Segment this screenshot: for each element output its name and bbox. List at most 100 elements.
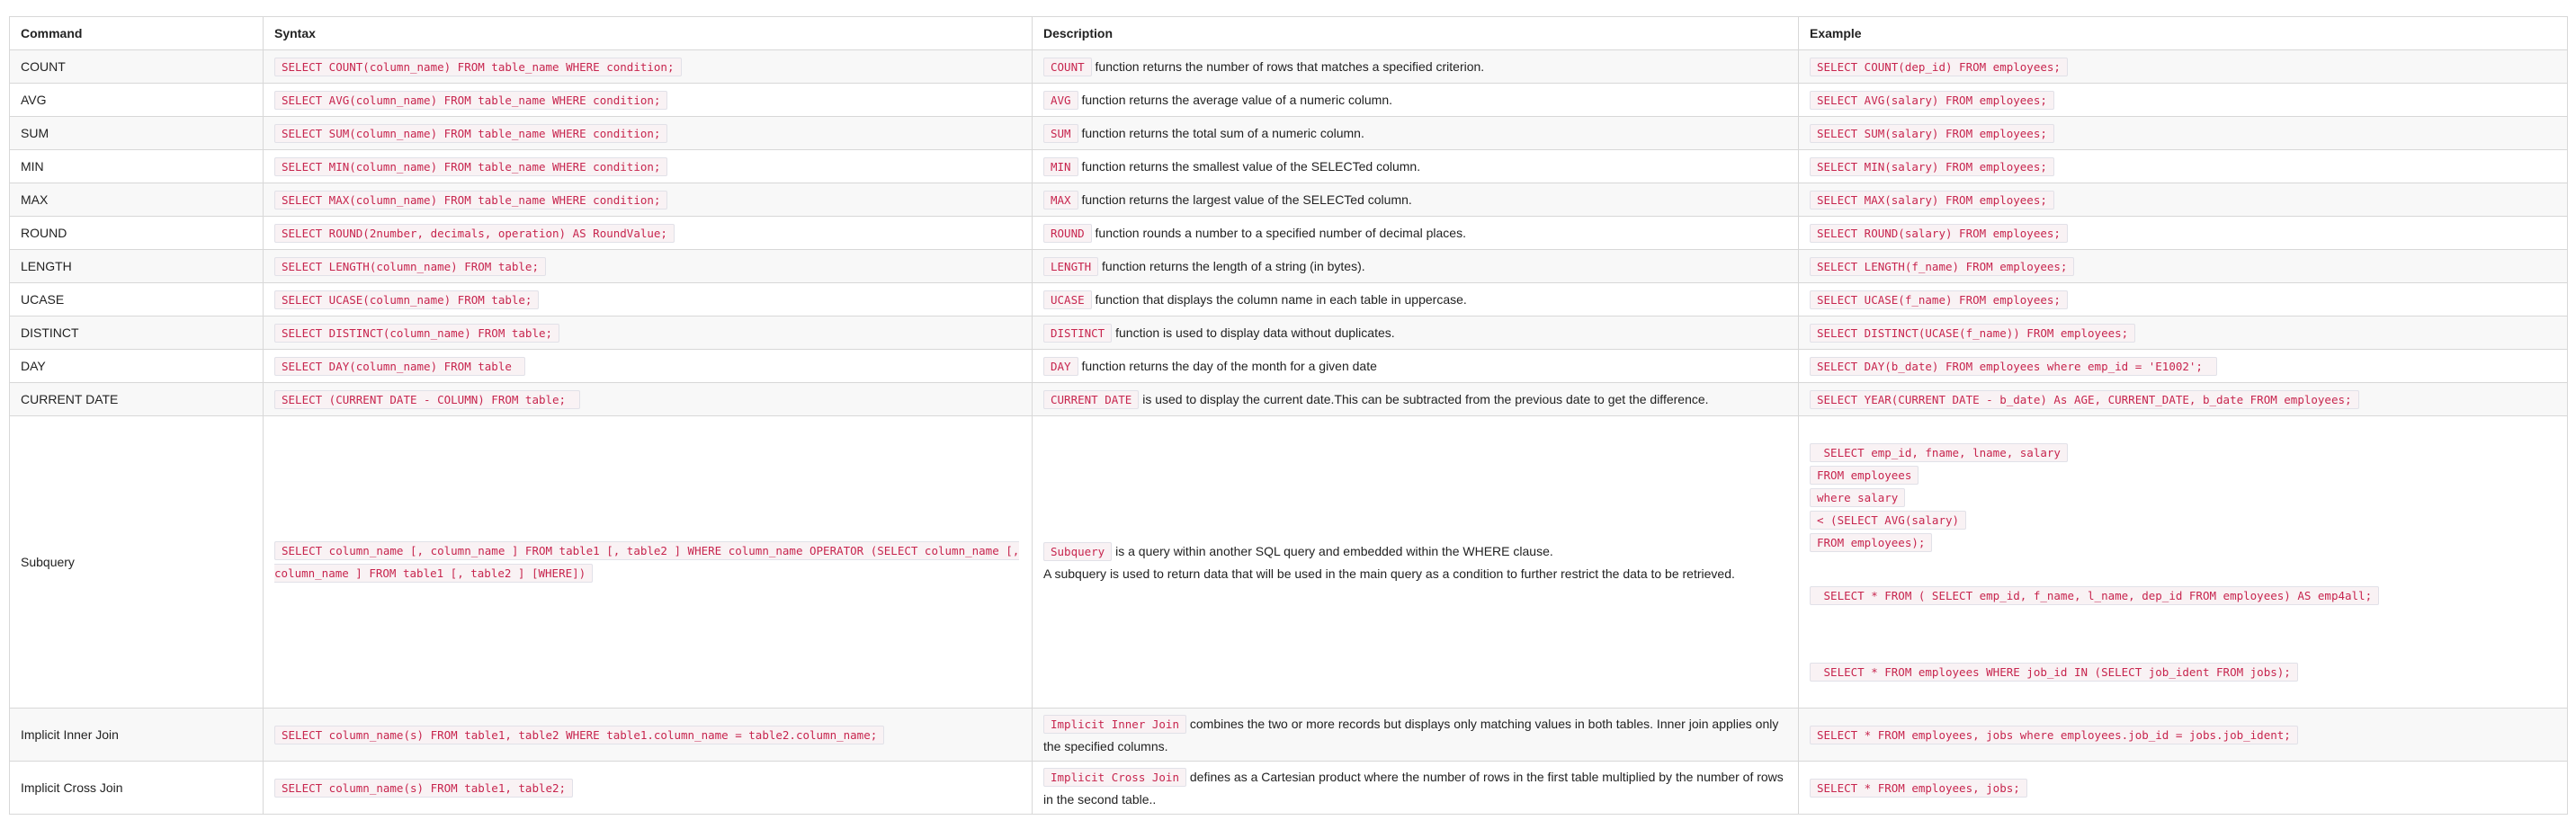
description-cell: DAY function returns the day of the mont… (1032, 349, 1799, 383)
syntax-cell: SELECT MIN(column_name) FROM table_name … (263, 149, 1033, 183)
syntax-cell: SELECT COUNT(column_name) FROM table_nam… (263, 49, 1033, 84)
description-cell: MIN function returns the smallest value … (1032, 149, 1799, 183)
example-code: < (SELECT AVG(salary) (1810, 510, 1967, 530)
example-code: SELECT COUNT(dep_id) FROM employees; (1810, 57, 2068, 76)
example-cell: SELECT emp_id, fname, lname, salary FROM … (1798, 415, 2568, 709)
example-code: SELECT MAX(salary) FROM employees; (1810, 190, 2054, 209)
description-cell: Subquery is a query within another SQL q… (1032, 415, 1799, 709)
description-text: is a query within another SQL query and … (1115, 543, 1553, 558)
table-body: COUNT SELECT COUNT(column_name) FROM tabl… (9, 49, 2568, 815)
table-row: AVG SELECT AVG(column_name) FROM table_na… (9, 83, 2568, 117)
example-line: FROM employees); (1810, 531, 2556, 554)
syntax-code: SELECT UCASE(column_name) FROM table; (274, 290, 540, 309)
syntax-code: SELECT column_name(s) FROM table1, table… (274, 725, 885, 744)
description-text: function returns the average value of a … (1081, 92, 1392, 107)
example-code: where salary (1810, 487, 1906, 507)
description-code: Implicit Inner Join (1043, 714, 1186, 734)
example-cell: SELECT DISTINCT(UCASE(f_name)) FROM empl… (1798, 316, 2568, 350)
example-code: SELECT LENGTH(f_name) FROM employees; (1810, 256, 2075, 276)
example-cell: SELECT AVG(salary) FROM employees; (1798, 83, 2568, 117)
command-cell: Implicit Inner Join (9, 708, 264, 762)
example-code: SELECT DAY(b_date) FROM employees where … (1810, 356, 2217, 376)
example-block: SELECT emp_id, fname, lname, salary FROM … (1810, 441, 2556, 554)
example-code: SELECT * FROM employees WHERE job_id IN … (1810, 662, 2298, 682)
description-text-secondary: A subquery is used to return data that w… (1043, 566, 1735, 581)
command-cell: Subquery (9, 415, 264, 709)
example-line: where salary (1810, 486, 2556, 509)
description-cell: MAX function returns the largest value o… (1032, 183, 1799, 217)
example-line: < (SELECT AVG(salary) (1810, 509, 2556, 531)
example-code: SELECT DISTINCT(UCASE(f_name)) FROM empl… (1810, 323, 2136, 343)
syntax-cell: SELECT column_name(s) FROM table1, table… (263, 761, 1033, 815)
syntax-cell: SELECT MAX(column_name) FROM table_name … (263, 183, 1033, 217)
example-cell: SELECT MAX(salary) FROM employees; (1798, 183, 2568, 217)
table-row: DISTINCT SELECT DISTINCT(column_name) FRO… (9, 316, 2568, 350)
example-code: SELECT SUM(salary) FROM employees; (1810, 123, 2054, 143)
example-line: SELECT emp_id, fname, lname, salary (1810, 441, 2556, 464)
description-code: MAX (1043, 190, 1078, 209)
command-cell: AVG (9, 83, 264, 117)
syntax-cell: SELECT UCASE(column_name) FROM table; (263, 282, 1033, 316)
example-code: SELECT emp_id, fname, lname, salary (1810, 442, 2068, 462)
table-row: COUNT SELECT COUNT(column_name) FROM tabl… (9, 49, 2568, 84)
description-cell: CURRENT DATE is used to display the curr… (1032, 382, 1799, 416)
command-cell: SUM (9, 116, 264, 150)
example-cell: SELECT COUNT(dep_id) FROM employees; (1798, 49, 2568, 84)
description-text: function returns the largest value of th… (1081, 192, 1412, 207)
syntax-code: SELECT column_name(s) FROM table1, table… (274, 778, 574, 798)
example-block: SELECT * FROM ( SELECT emp_id, f_name, l… (1810, 584, 2556, 607)
table-header: Command Syntax Description Example (9, 16, 2568, 50)
command-cell: UCASE (9, 282, 264, 316)
table-row-subquery: Subquery SELECT column_name [, column_nam… (9, 415, 2568, 709)
example-block: SELECT * FROM employees WHERE job_id IN … (1810, 661, 2556, 683)
description-text: is used to display the current date.This… (1142, 391, 1709, 406)
table-row: Implicit Inner Join SELECT column_name(s)… (9, 708, 2568, 762)
syntax-cell: SELECT AVG(column_name) FROM table_name … (263, 83, 1033, 117)
header-syntax: Syntax (263, 16, 1033, 50)
command-cell: DAY (9, 349, 264, 383)
example-code: SELECT * FROM ( SELECT emp_id, f_name, l… (1810, 585, 2380, 605)
example-code: SELECT YEAR(CURRENT DATE - b_date) As AG… (1810, 389, 2359, 409)
syntax-code: SELECT ROUND(2number, decimals, operatio… (274, 223, 675, 243)
table-row: SUM SELECT SUM(column_name) FROM table_na… (9, 116, 2568, 150)
description-cell: Implicit Cross Join defines as a Cartesi… (1032, 761, 1799, 815)
description-code: ROUND (1043, 223, 1092, 243)
description-cell: LENGTH function returns the length of a … (1032, 249, 1799, 283)
table-row: Implicit Cross Join SELECT column_name(s)… (9, 761, 2568, 815)
table-row: ROUND SELECT ROUND(2number, decimals, ope… (9, 216, 2568, 250)
syntax-cell: SELECT SUM(column_name) FROM table_name … (263, 116, 1033, 150)
description-code: CURRENT DATE (1043, 389, 1140, 409)
example-cell: SELECT LENGTH(f_name) FROM employees; (1798, 249, 2568, 283)
description-cell: Implicit Inner Join combines the two or … (1032, 708, 1799, 762)
example-code: SELECT * FROM employees, jobs; (1810, 778, 2027, 798)
command-cell: DISTINCT (9, 316, 264, 350)
syntax-code: SELECT AVG(column_name) FROM table_name … (274, 90, 668, 110)
command-cell: ROUND (9, 216, 264, 250)
command-cell: COUNT (9, 49, 264, 84)
description-text: function rounds a number to a specified … (1095, 225, 1466, 240)
example-code: SELECT * FROM employees, jobs where empl… (1810, 725, 2298, 744)
table-row: DAY SELECT DAY(column_name) FROM table DA… (9, 349, 2568, 383)
syntax-code: SELECT DISTINCT(column_name) FROM table; (274, 323, 560, 343)
command-cell: LENGTH (9, 249, 264, 283)
command-cell: Implicit Cross Join (9, 761, 264, 815)
description-code: MIN (1043, 156, 1078, 176)
syntax-code: SELECT LENGTH(column_name) FROM table; (274, 256, 546, 276)
syntax-code: SELECT COUNT(column_name) FROM table_nam… (274, 57, 682, 76)
description-text: function returns the total sum of a nume… (1081, 125, 1364, 140)
table-row: MIN SELECT MIN(column_name) FROM table_na… (9, 149, 2568, 183)
syntax-cell: SELECT column_name [, column_name ] FROM… (263, 415, 1033, 709)
syntax-code: SELECT column_name [, column_name ] FROM… (274, 541, 1020, 583)
description-cell: SUM function returns the total sum of a … (1032, 116, 1799, 150)
description-code: DAY (1043, 356, 1078, 376)
example-code: SELECT ROUND(salary) FROM employees; (1810, 223, 2068, 243)
description-code: AVG (1043, 90, 1078, 110)
example-cell: SELECT * FROM employees, jobs; (1798, 761, 2568, 815)
header-description: Description (1032, 16, 1799, 50)
example-code: SELECT UCASE(f_name) FROM employees; (1810, 290, 2068, 309)
description-cell: COUNT function returns the number of row… (1032, 49, 1799, 84)
example-cell: SELECT ROUND(salary) FROM employees; (1798, 216, 2568, 250)
header-command: Command (9, 16, 264, 50)
description-text: function that displays the column name i… (1095, 291, 1467, 307)
sql-functions-table: Command Syntax Description Example COUNT… (9, 16, 2568, 815)
